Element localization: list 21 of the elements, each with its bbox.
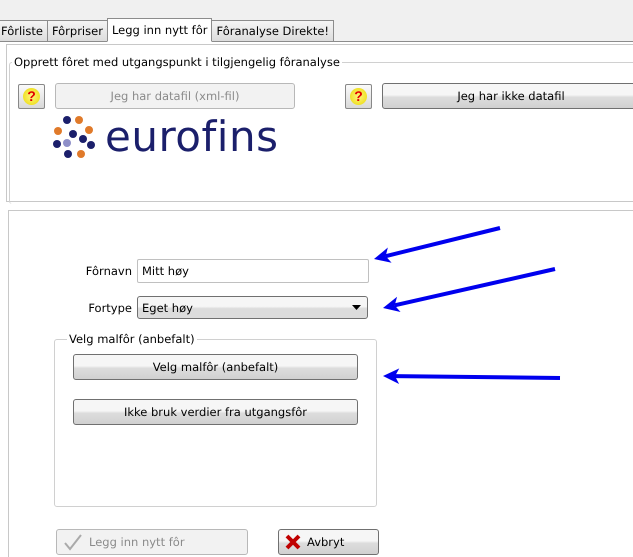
close-icon (285, 534, 301, 550)
tab[interactable]: Fôrliste (0, 20, 48, 41)
tab[interactable]: Fôranalyse Direkte! (211, 20, 334, 41)
help-button[interactable]: ? (345, 84, 372, 108)
field-label: Fôrnavn (84, 264, 132, 278)
template-button[interactable]: Ikke bruk verdier fra utgangsfôr (73, 399, 358, 425)
group-title: Opprett fôret med utgangspunkt i tilgjengelig fôranalyse (13, 55, 341, 69)
group-title: Velg malfôr (anbefalt) (68, 332, 196, 346)
name-input[interactable]: Mitt høy (137, 259, 369, 283)
logo-icon (53, 115, 97, 159)
logo-text: eurofins (105, 115, 278, 159)
type-dropdown[interactable]: Eget høy (137, 296, 368, 319)
tab[interactable]: Legg inn nytt fôr (106, 18, 212, 42)
cancel-button[interactable]: Avbryt (278, 529, 379, 555)
template-button[interactable]: Velg malfôr (anbefalt) (73, 354, 358, 380)
checkmark-icon (63, 533, 83, 551)
caret-icon (352, 305, 361, 310)
help-button[interactable]: ? (18, 84, 45, 108)
field-label: Fortype (87, 300, 132, 314)
tab[interactable]: Fôrpriser (46, 20, 108, 41)
no-datafile-button[interactable]: Jeg har ikke datafil (382, 83, 633, 109)
